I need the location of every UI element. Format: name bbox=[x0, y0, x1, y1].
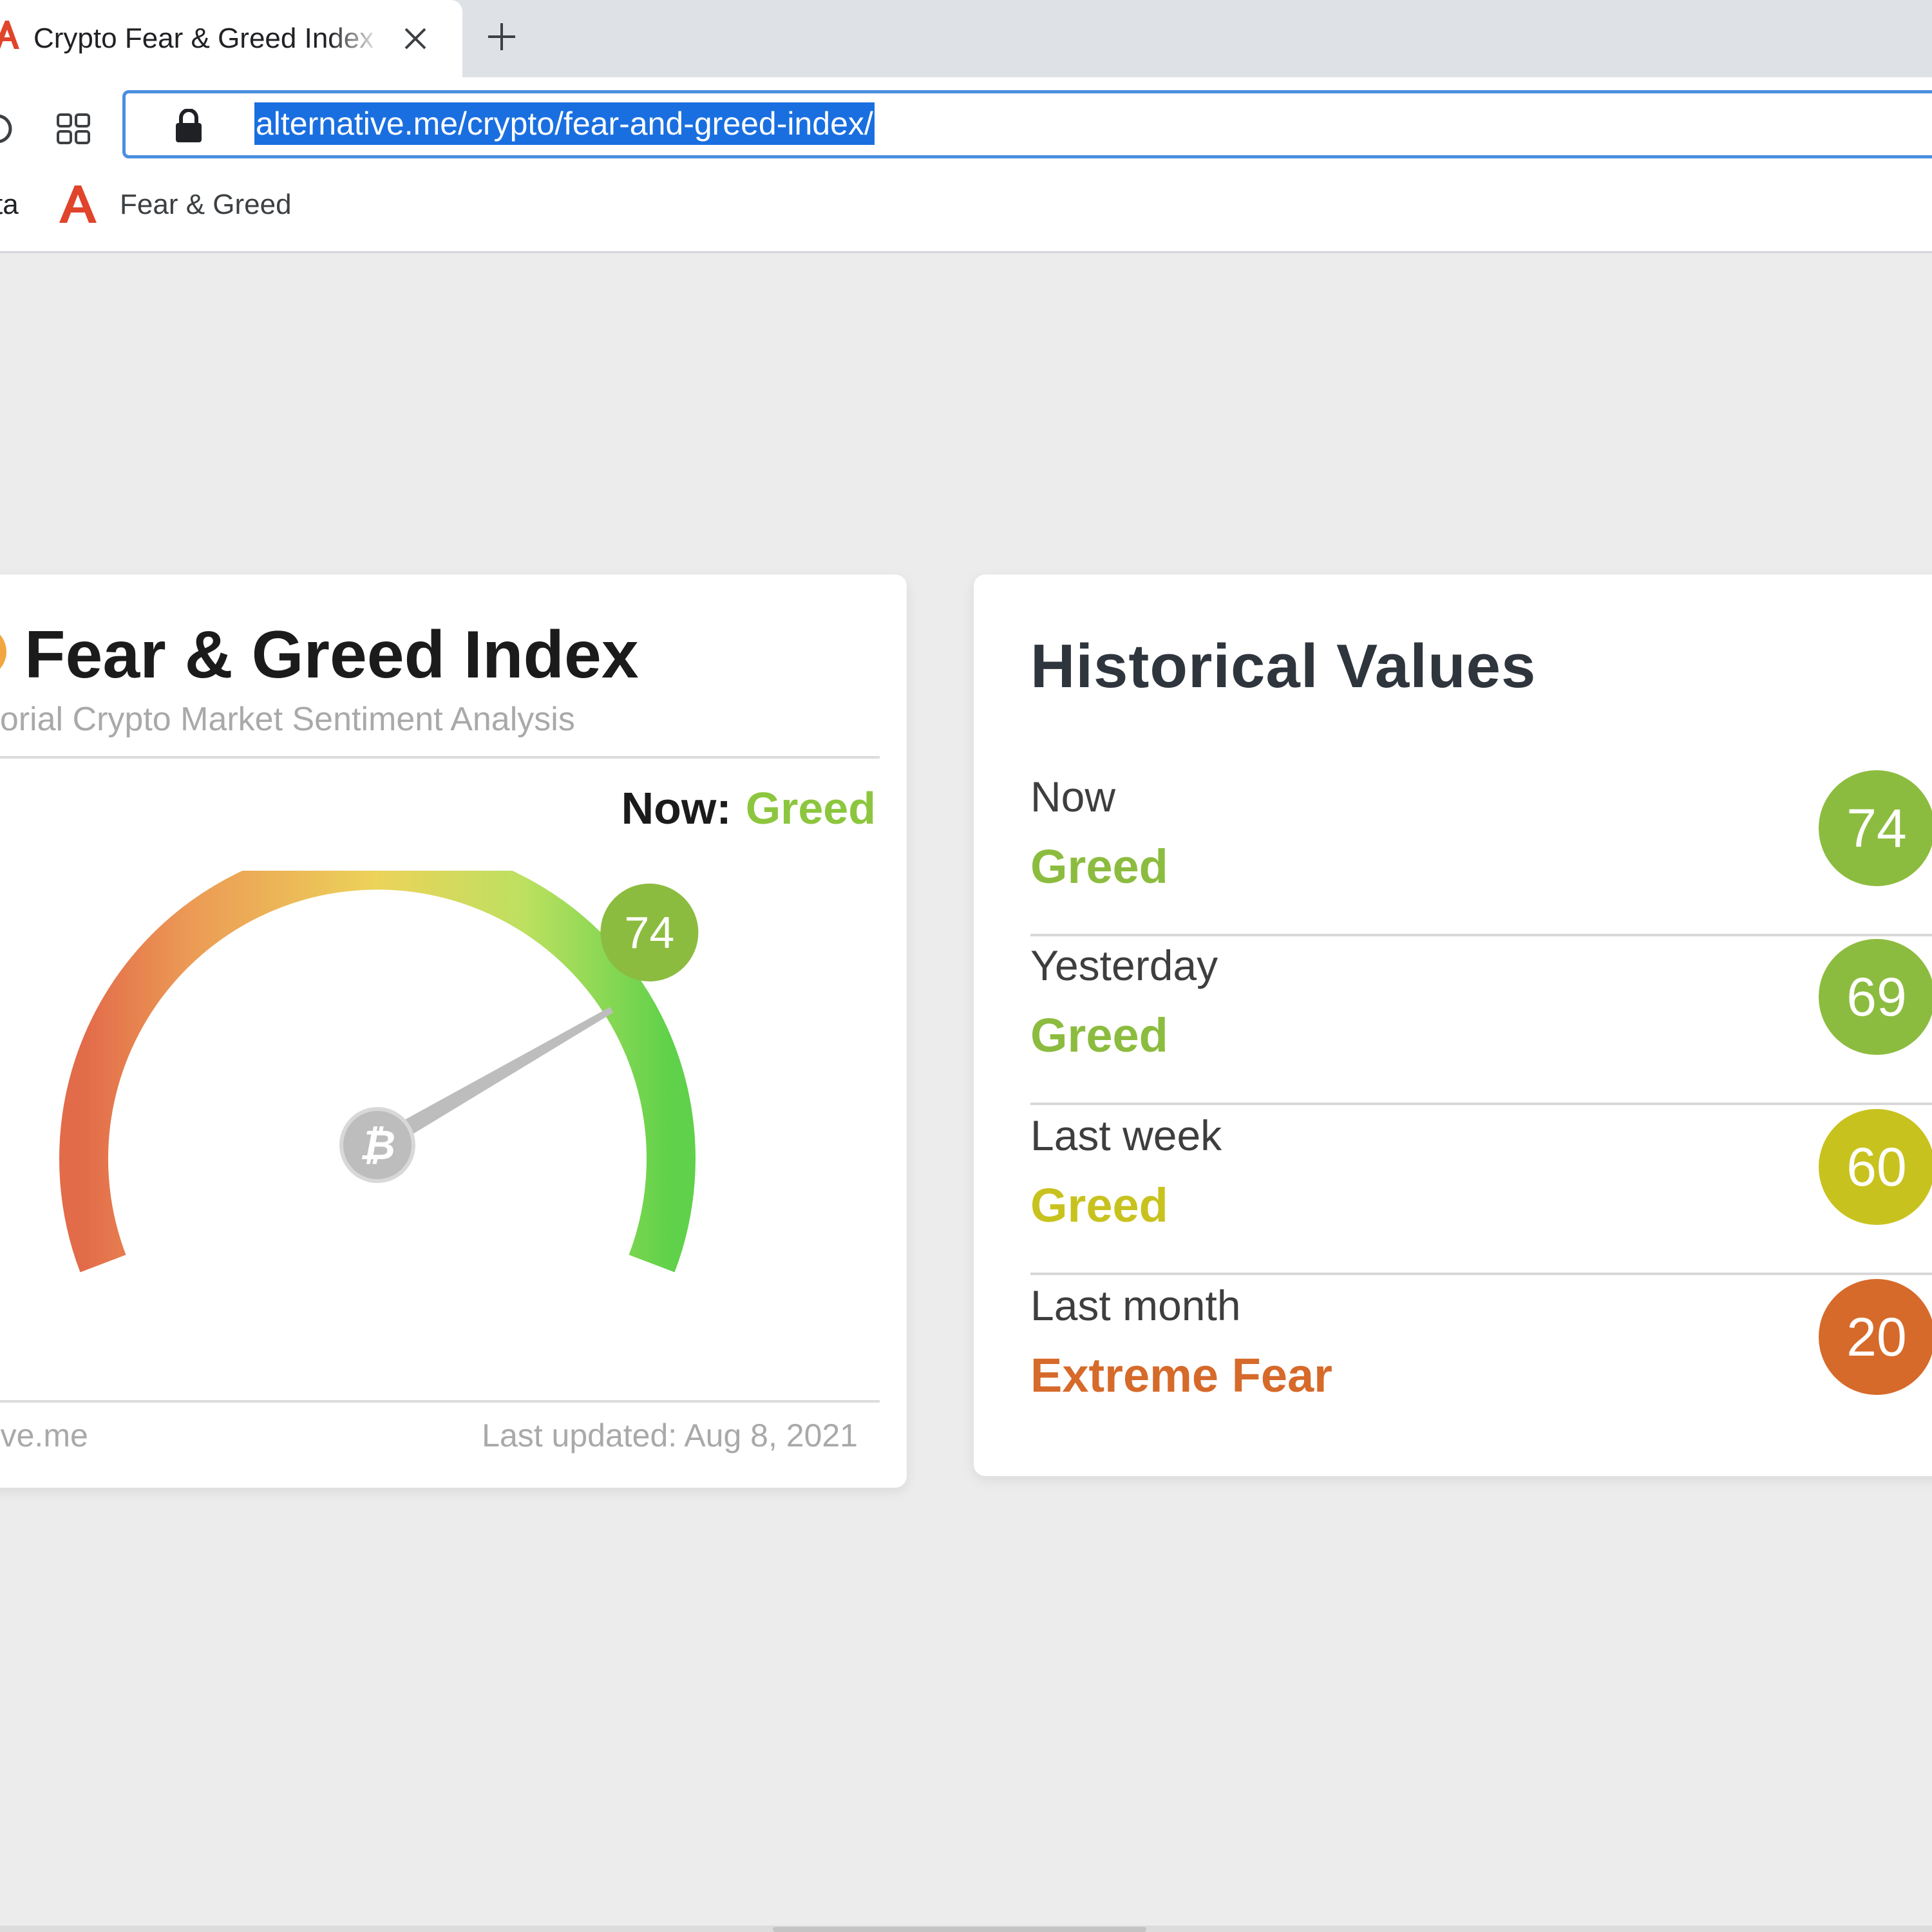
history-classification: Greed bbox=[1030, 840, 1168, 893]
new-tab-plus-icon[interactable] bbox=[484, 19, 519, 54]
history-classification: Greed bbox=[1030, 1009, 1168, 1062]
history-value-badge: 20 bbox=[1819, 1279, 1932, 1395]
brand-dot-icon bbox=[0, 626, 6, 677]
url-text[interactable]: alternative.me/crypto/fear-and-greed-ind… bbox=[254, 102, 875, 145]
source-link[interactable]: native.me bbox=[0, 1413, 88, 1458]
now-indicator: Now: Greed bbox=[621, 779, 876, 837]
divider bbox=[0, 1400, 880, 1403]
history-period: Now bbox=[1030, 773, 1116, 820]
gauge-value-badge: 74 bbox=[600, 884, 699, 982]
history-value-badge: 69 bbox=[1819, 939, 1932, 1055]
bookmark-label: Fear & Greed bbox=[120, 189, 292, 220]
scrollbar-thumb[interactable] bbox=[773, 1927, 1146, 1932]
widget-title: Fear & Greed Index bbox=[24, 618, 639, 692]
history-value-badge: 60 bbox=[1819, 1109, 1932, 1225]
now-label: Now: bbox=[621, 783, 732, 833]
sentiment-gauge: ₿ 74 bbox=[59, 871, 699, 1273]
history-period: Last week bbox=[1030, 1112, 1222, 1159]
tab-strip: Crypto Fear & Greed Index bbox=[0, 0, 1932, 79]
history-row-last-week: Last week Greed 60 bbox=[1030, 1106, 1932, 1275]
bookmark-item-partial[interactable]: ta bbox=[0, 187, 19, 223]
alternative-me-logo-icon bbox=[59, 185, 97, 223]
gauge-arc bbox=[59, 871, 696, 1273]
close-icon[interactable] bbox=[399, 23, 431, 55]
tab-title: Crypto Fear & Greed Index bbox=[33, 23, 374, 54]
now-classification: Greed bbox=[745, 783, 876, 833]
tab-active[interactable]: Crypto Fear & Greed Index bbox=[0, 0, 462, 79]
divider bbox=[0, 756, 880, 759]
reload-icon[interactable] bbox=[0, 109, 15, 148]
history-row-last-month: Last month Extreme Fear 20 bbox=[1030, 1276, 1932, 1445]
svg-text:₿: ₿ bbox=[359, 1122, 395, 1170]
history-period: Last month bbox=[1030, 1282, 1241, 1329]
history-value-badge: 74 bbox=[1819, 770, 1932, 886]
last-updated: Last updated: Aug 8, 2021 bbox=[482, 1417, 858, 1454]
address-bar[interactable]: alternative.me/crypto/fear-and-greed-ind… bbox=[122, 90, 1932, 158]
lock-icon[interactable] bbox=[175, 109, 203, 142]
alternative-me-logo-icon bbox=[0, 21, 19, 49]
svg-text:74: 74 bbox=[624, 907, 674, 958]
historical-title: Historical Values bbox=[1030, 632, 1537, 701]
history-classification: Greed bbox=[1030, 1179, 1168, 1232]
history-period: Yesterday bbox=[1030, 942, 1218, 989]
bitcoin-icon: ₿ bbox=[339, 1107, 415, 1183]
history-classification: Extreme Fear bbox=[1030, 1349, 1332, 1402]
tabs-grid-icon[interactable] bbox=[54, 109, 93, 148]
history-row-yesterday: Yesterday Greed 69 bbox=[1030, 936, 1932, 1105]
history-row-now: Now Greed 74 bbox=[1030, 768, 1932, 936]
widget-subtitle: factorial Crypto Market Sentiment Analys… bbox=[0, 701, 575, 738]
historical-values-card: Historical Values Now Greed 74 Yesterday… bbox=[974, 574, 1932, 1476]
fear-greed-widget: Fear & Greed Index factorial Crypto Mark… bbox=[0, 574, 907, 1488]
browser-toolbar: alternative.me/crypto/fear-and-greed-ind… bbox=[0, 77, 1932, 253]
